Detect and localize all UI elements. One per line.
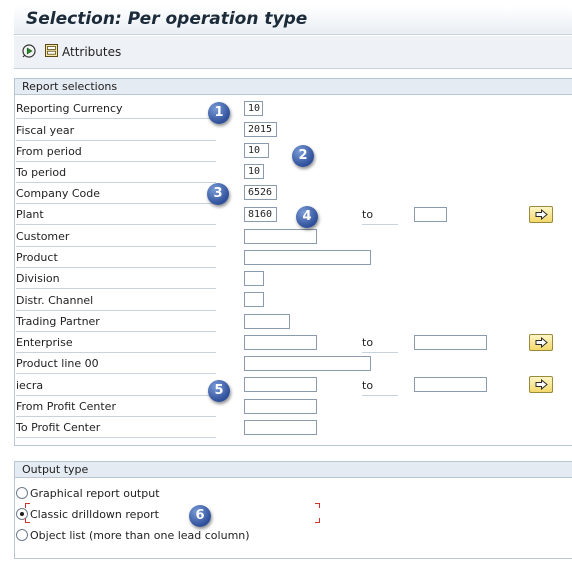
radio-button[interactable] bbox=[16, 487, 28, 499]
label-product-line: Product line 00 bbox=[16, 357, 216, 374]
radio-label: Classic drilldown report bbox=[30, 508, 159, 521]
iecra-to-input[interactable] bbox=[414, 377, 487, 392]
customer-input[interactable] bbox=[244, 229, 317, 244]
attributes-icon[interactable] bbox=[45, 44, 58, 57]
callout-badge-5: 5 bbox=[208, 380, 230, 402]
from-period-input[interactable]: 10 bbox=[244, 143, 269, 158]
enterprise-multiple-selection-button[interactable] bbox=[529, 334, 553, 351]
product-input[interactable] bbox=[244, 250, 371, 265]
plant-from-input[interactable]: 8160 bbox=[244, 207, 277, 222]
distr-channel-input[interactable] bbox=[244, 292, 264, 307]
enterprise-from-input[interactable] bbox=[244, 335, 317, 350]
from-profit-center-input[interactable] bbox=[244, 399, 317, 414]
label-reporting-currency: Reporting Currency bbox=[16, 102, 216, 119]
plant-to-input[interactable] bbox=[414, 207, 447, 222]
label-company-code: Company Code bbox=[16, 187, 216, 204]
label-trading-partner: Trading Partner bbox=[16, 315, 216, 332]
focus-corner-bottom-right bbox=[315, 518, 320, 523]
label-plant: Plant bbox=[16, 208, 214, 225]
label-iecra: iecra bbox=[16, 379, 218, 396]
arrow-right-icon bbox=[535, 337, 548, 348]
label-to-period: To period bbox=[16, 166, 217, 183]
execute-icon[interactable] bbox=[22, 44, 36, 58]
fiscal-year-input[interactable]: 2015 bbox=[244, 122, 277, 137]
trading-partner-input[interactable] bbox=[244, 314, 290, 329]
page-title: Selection: Per operation type bbox=[26, 9, 308, 29]
callout-badge-1: 1 bbox=[208, 102, 230, 124]
focus-corner-top-right bbox=[315, 503, 320, 508]
iecra-multiple-selection-button[interactable] bbox=[529, 376, 553, 393]
label-from-profit-center: From Profit Center bbox=[16, 400, 216, 417]
radio-graphical-report-output[interactable]: Graphical report output bbox=[16, 487, 160, 500]
label-distr-channel: Distr. Channel bbox=[16, 294, 217, 311]
arrow-right-icon bbox=[535, 209, 548, 220]
label-from-period: From period bbox=[16, 145, 216, 162]
attributes-button[interactable]: Attributes bbox=[62, 45, 121, 59]
company-code-input[interactable]: 6526 bbox=[244, 185, 277, 200]
enterprise-to-label: to bbox=[362, 336, 399, 353]
division-input[interactable] bbox=[244, 271, 264, 286]
radio-object-list[interactable]: Object list (more than one lead column) bbox=[16, 529, 250, 542]
report-selections-header: Report selections bbox=[15, 79, 572, 95]
arrow-right-icon bbox=[535, 379, 548, 390]
plant-multiple-selection-button[interactable] bbox=[529, 206, 553, 223]
callout-badge-2: 2 bbox=[292, 145, 314, 167]
focus-corner-top-left bbox=[25, 503, 30, 508]
label-product: Product bbox=[16, 251, 215, 268]
radio-button[interactable] bbox=[16, 529, 28, 541]
label-to-profit-center: To Profit Center bbox=[16, 421, 217, 438]
to-profit-center-input[interactable] bbox=[244, 420, 317, 435]
focus-corner-bottom-left bbox=[25, 518, 30, 523]
reporting-currency-input[interactable]: 10 bbox=[244, 101, 263, 116]
callout-badge-6: 6 bbox=[189, 505, 211, 527]
title-bar: Selection: Per operation type bbox=[14, 6, 572, 35]
product-line-input[interactable] bbox=[244, 356, 371, 371]
callout-badge-4: 4 bbox=[296, 206, 318, 228]
label-division: Division bbox=[16, 272, 215, 289]
iecra-to-label: to bbox=[362, 379, 399, 396]
label-enterprise: Enterprise bbox=[16, 336, 215, 353]
radio-label: Object list (more than one lead column) bbox=[30, 529, 250, 542]
plant-to-label: to bbox=[362, 208, 399, 225]
label-fiscal-year: Fiscal year bbox=[16, 124, 217, 141]
output-type-header: Output type bbox=[15, 462, 572, 478]
radio-classic-drilldown-report[interactable]: Classic drilldown report bbox=[16, 508, 159, 521]
application-toolbar: Attributes bbox=[14, 36, 572, 69]
to-period-input[interactable]: 10 bbox=[244, 164, 264, 179]
iecra-from-input[interactable] bbox=[244, 377, 317, 392]
enterprise-to-input[interactable] bbox=[414, 335, 487, 350]
radio-label: Graphical report output bbox=[30, 487, 160, 500]
label-customer: Customer bbox=[16, 230, 218, 247]
callout-badge-3: 3 bbox=[207, 183, 229, 205]
